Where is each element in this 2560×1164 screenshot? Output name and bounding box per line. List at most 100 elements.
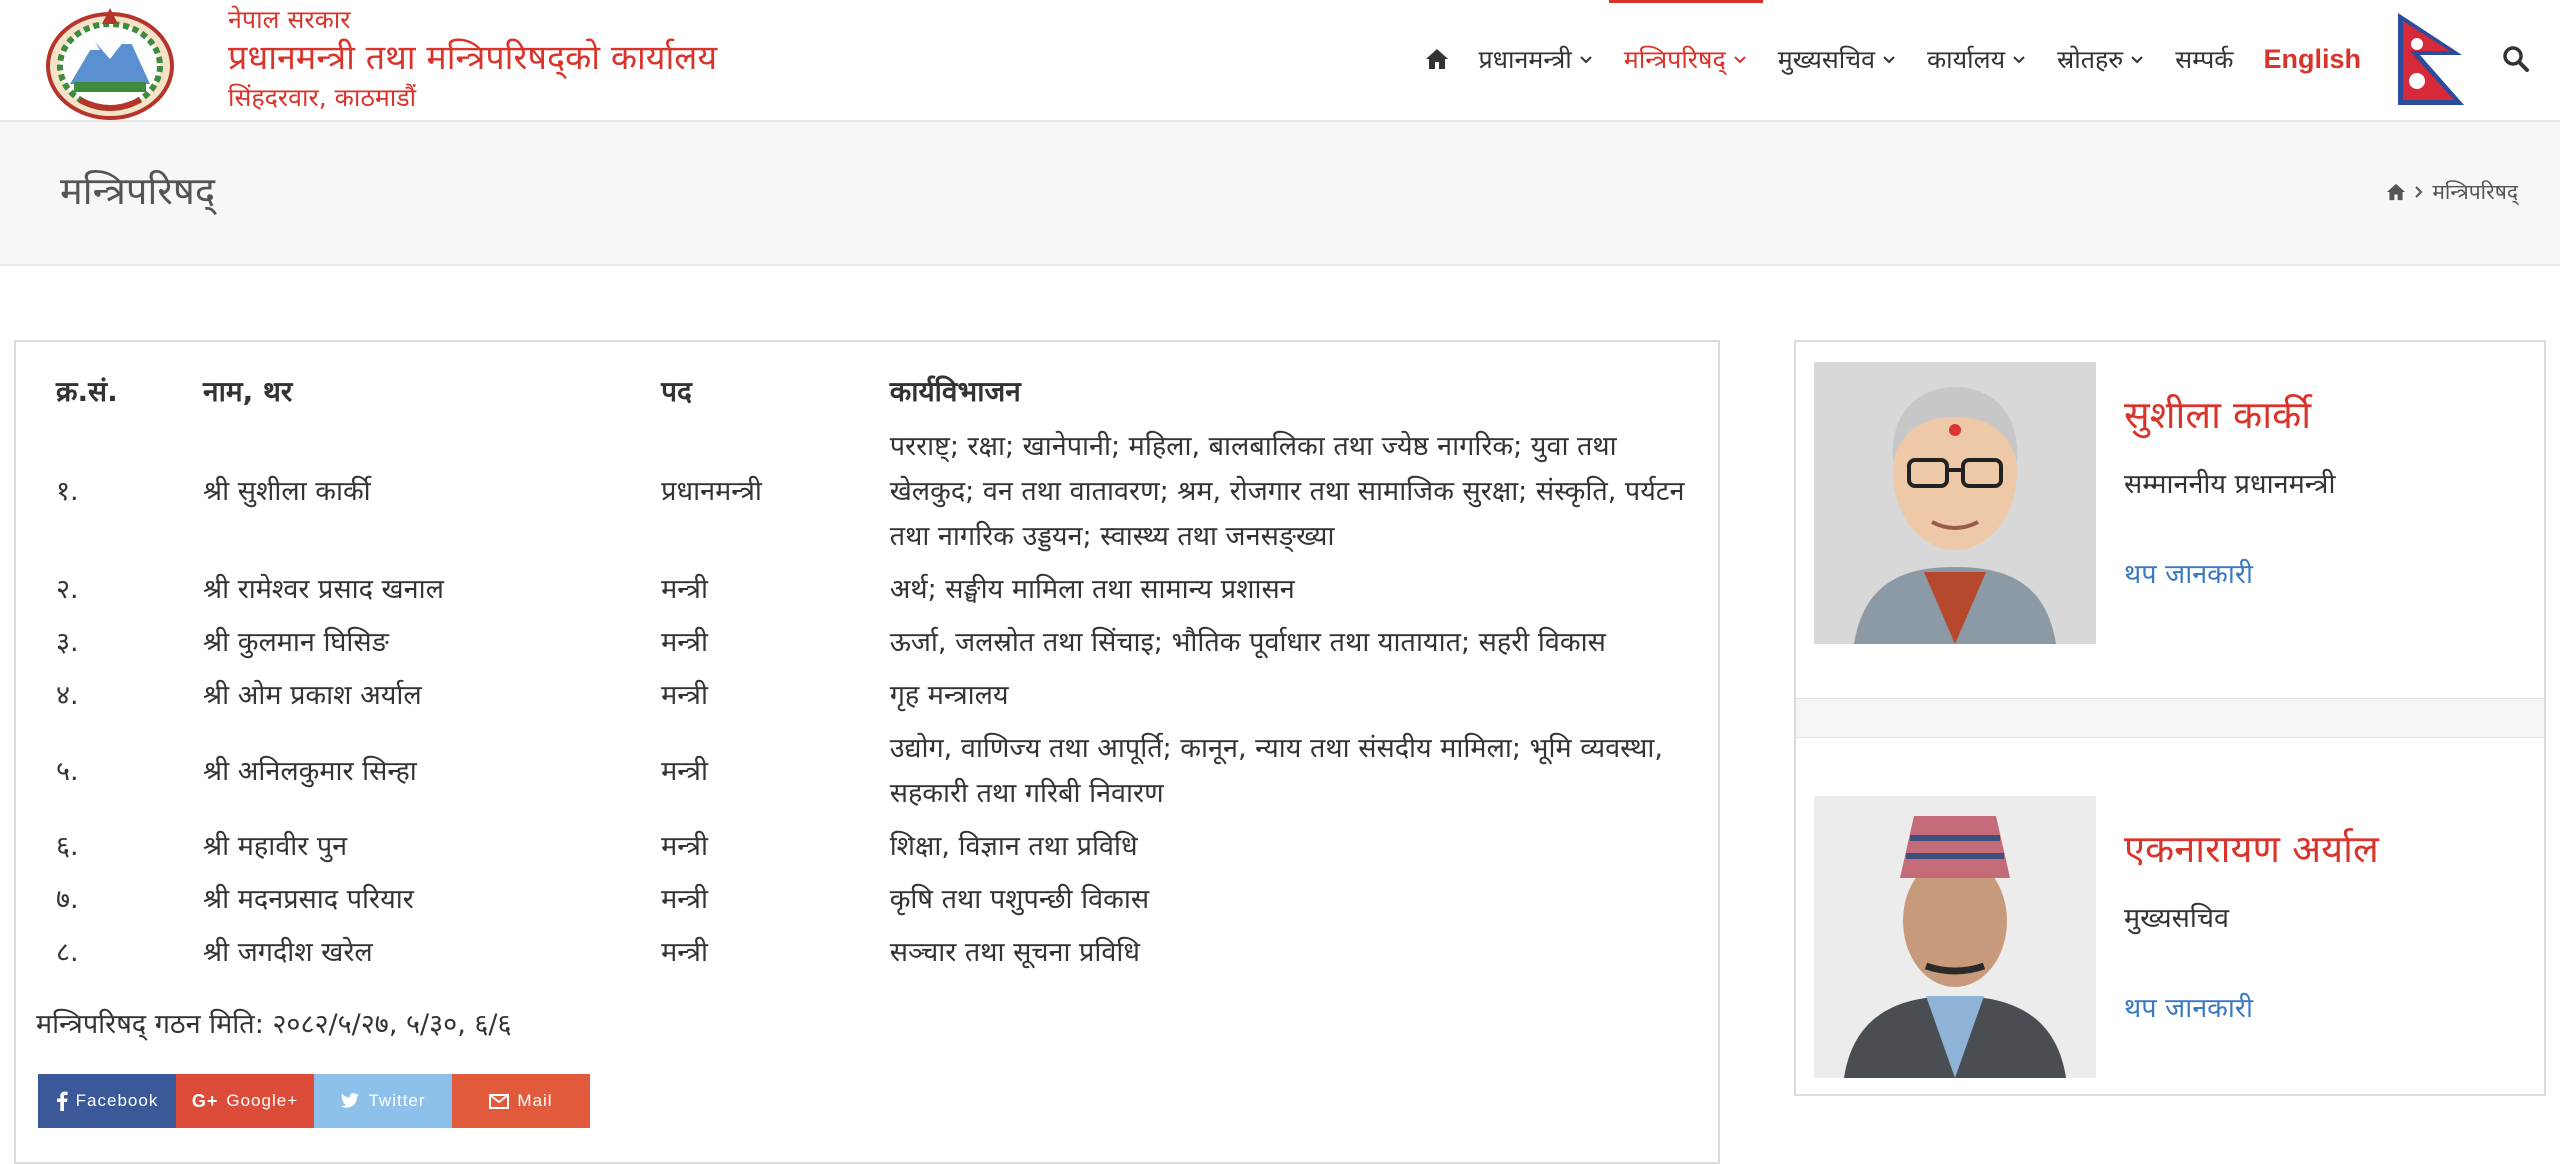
chevron-down-icon [1580, 56, 1592, 64]
nepal-emblem-logo[interactable] [40, 4, 180, 120]
brand-location: सिंहदरवार, काठमाडौं [228, 83, 417, 112]
cell-post: मन्त्री [661, 574, 708, 605]
chevron-down-icon [1883, 56, 1895, 64]
cell-name: श्री ओम प्रकाश अर्याल [203, 680, 422, 711]
twitter-icon [341, 1093, 360, 1108]
google-plus-icon: G+ [191, 1090, 219, 1111]
facebook-icon [56, 1091, 68, 1111]
cell-portfolio: शिक्षा, विज्ञान तथा प्रविधि [889, 831, 1138, 862]
cell-name: श्री महावीर पुन [203, 831, 348, 862]
brand-main-title[interactable]: प्रधानमन्त्री तथा मन्त्रिपरिषद्को कार्या… [228, 33, 717, 79]
cell-name: श्री सुशीला कार्की [203, 476, 371, 507]
cell-name: श्री जगदीश खरेल [203, 937, 373, 968]
cell-post: मन्त्री [661, 884, 708, 915]
home-icon[interactable] [2386, 183, 2406, 201]
nepal-flag-icon [2398, 13, 2464, 105]
cell-post: मन्त्री [661, 680, 708, 711]
nav-item-label: मन्त्रिपरिषद् [1623, 45, 1726, 74]
site-header: नेपाल सरकार प्रधानमन्त्री तथा मन्त्रिपरि… [0, 0, 2560, 122]
column-header-post: पद [661, 375, 692, 408]
share-label: Facebook [75, 1091, 159, 1110]
cell-name: श्री कुलमान घिसिङ [203, 627, 389, 658]
official-role: सम्माननीय प्रधानमन्त्री [2124, 469, 2336, 500]
official-name: एकनारायण अर्याल [2124, 827, 2379, 871]
prime-minister-photo [1814, 362, 2096, 644]
table-header-row: क्र.सं. नाम, थर पद कार्यविभाजन [36, 362, 1716, 420]
page-title-bar: मन्त्रिपरिषद् मन्त्रिपरिषद् [0, 122, 2560, 266]
language-switch-english[interactable]: English [2248, 0, 2376, 118]
brand-small-text: नेपाल सरकार [228, 5, 351, 34]
table-row: ४. श्री ओम प्रकाश अर्याल मन्त्री गृह मन्… [36, 669, 1716, 722]
cell-post: मन्त्री [661, 627, 708, 658]
twitter-share-button[interactable]: Twitter [314, 1074, 452, 1128]
facebook-share-button[interactable]: Facebook [38, 1074, 176, 1128]
mail-share-button[interactable]: Mail [452, 1074, 590, 1128]
table-row: ३. श्री कुलमान घिसिङ मन्त्री ऊर्जा, जलस्… [36, 616, 1716, 669]
column-header-portfolio: कार्यविभाजन [889, 375, 1021, 408]
nav-item-cabinet[interactable]: मन्त्रिपरिषद् [1608, 0, 1763, 118]
official-name: सुशीला कार्की [2124, 393, 2312, 437]
nav-flag[interactable] [2376, 0, 2496, 118]
mail-icon [489, 1093, 510, 1109]
cell-portfolio: कृषि तथा पशुपन्छी विकास [889, 884, 1150, 915]
nav-home[interactable] [1405, 0, 1463, 118]
share-buttons: Facebook G+ Google+ Twitter Mail [38, 1074, 590, 1128]
nav-item-label: मुख्यसचिव [1777, 45, 1875, 74]
table-row: ७. श्री मदनप्रसाद परियार मन्त्री कृषि तथ… [36, 873, 1716, 926]
nav-item-label: कार्यालय [1926, 45, 2006, 74]
nav-item-chief-secretary[interactable]: मुख्यसचिव [1763, 0, 1912, 118]
cell-portfolio: अर्थ; सङ्घीय मामिला तथा सामान्य प्रशासन [889, 574, 1295, 605]
breadcrumb-current: मन्त्रिपरिषद् [2432, 180, 2518, 204]
nav-item-label: प्रधानमन्त्री [1478, 45, 1572, 74]
cell-post: मन्त्री [661, 831, 708, 862]
official-card-prime-minister: सुशीला कार्की सम्माननीय प्रधानमन्त्री थप… [1814, 362, 2534, 652]
share-label: Google+ [226, 1091, 299, 1110]
nav-item-office[interactable]: कार्यालय [1912, 0, 2042, 118]
chevron-down-icon [2013, 56, 2025, 64]
nav-item-label: स्रोतहरु [2057, 45, 2124, 74]
cell-sn: ८. [56, 937, 79, 968]
cell-portfolio: गृह मन्त्रालय [889, 680, 1009, 711]
official-card-chief-secretary: एकनारायण अर्याल मुख्यसचिव थप जानकारी [1814, 796, 2534, 1086]
cell-sn: ३. [56, 627, 79, 658]
cabinet-panel: क्र.सं. नाम, थर पद कार्यविभाजन १. श्री स… [14, 340, 1720, 1164]
cell-portfolio: सञ्चार तथा सूचना प्रविधि [889, 937, 1140, 968]
chevron-down-icon [2131, 56, 2143, 64]
cell-portfolio: परराष्ट्; रक्षा; खानेपानी; महिला, बालबाल… [889, 431, 1685, 552]
google-plus-share-button[interactable]: G+ Google+ [176, 1074, 314, 1128]
officials-sidebar: सुशीला कार्की सम्माननीय प्रधानमन्त्री थप… [1794, 340, 2546, 1096]
cell-sn: २. [56, 574, 79, 605]
main-navigation: प्रधानमन्त्री मन्त्रिपरिषद् मुख्यसचिव का… [1405, 0, 2560, 118]
table-row: ५. श्री अनिलकुमार सिन्हा मन्त्री उद्योग,… [36, 722, 1716, 820]
nav-item-resources[interactable]: स्रोतहरु [2042, 0, 2160, 118]
column-header-name: नाम, थर [203, 375, 293, 408]
search-button[interactable] [2496, 0, 2560, 118]
share-label: Twitter [368, 1091, 426, 1110]
cell-sn: ५. [56, 755, 79, 787]
chief-secretary-photo [1814, 796, 2096, 1078]
search-icon [2503, 46, 2529, 72]
cell-name: श्री रामेश्वर प्रसाद खनाल [203, 574, 444, 605]
cell-sn: ६. [56, 831, 79, 862]
more-info-link[interactable]: थप जानकारी [2124, 988, 2253, 1025]
share-label: Mail [517, 1091, 553, 1110]
cell-post: प्रधानमन्त्री [661, 476, 762, 507]
cell-portfolio: ऊर्जा, जलस्रोत तथा सिंचाइ; भौतिक पूर्वाध… [889, 627, 1606, 658]
nav-item-prime-minister[interactable]: प्रधानमन्त्री [1463, 0, 1608, 118]
cell-post: मन्त्री [661, 755, 708, 787]
table-row: २. श्री रामेश्वर प्रसाद खनाल मन्त्री अर्… [36, 563, 1716, 616]
cabinet-table: क्र.सं. नाम, थर पद कार्यविभाजन १. श्री स… [36, 362, 1716, 979]
table-row: १. श्री सुशीला कार्की प्रधानमन्त्री पररा… [36, 420, 1716, 563]
cell-sn: ७. [56, 884, 79, 915]
cell-name: श्री अनिलकुमार सिन्हा [203, 755, 417, 787]
card-divider [1796, 698, 2544, 738]
chevron-right-icon [2415, 186, 2423, 198]
cell-portfolio: उद्योग, वाणिज्य तथा आपूर्ति; कानून, न्या… [889, 733, 1663, 809]
home-icon [1426, 49, 1449, 69]
more-info-link[interactable]: थप जानकारी [2124, 554, 2253, 591]
nav-item-label: सम्पर्क [2175, 45, 2234, 74]
table-row: ६. श्री महावीर पुन मन्त्री शिक्षा, विज्ञ… [36, 820, 1716, 873]
cell-sn: ४. [56, 680, 79, 711]
official-role: मुख्यसचिव [2124, 903, 2230, 934]
nav-item-contact[interactable]: सम्पर्क [2160, 0, 2248, 118]
